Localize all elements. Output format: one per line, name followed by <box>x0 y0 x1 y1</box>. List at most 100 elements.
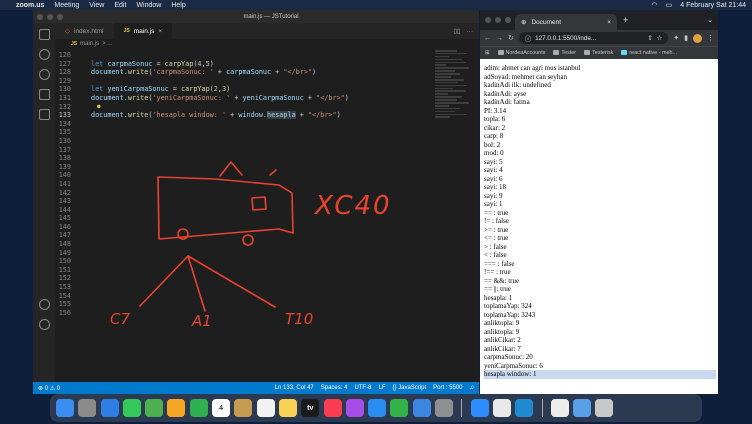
dock-messages-icon[interactable] <box>122 399 141 417</box>
run-debug-icon[interactable] <box>38 89 50 100</box>
dock-settings-icon[interactable] <box>435 399 454 417</box>
close-tab-icon[interactable]: × <box>158 28 162 35</box>
dock-music-icon[interactable] <box>323 399 342 417</box>
encoding-status[interactable]: UTF-8 <box>354 385 371 391</box>
dock-tv-icon[interactable]: tv <box>301 399 320 417</box>
menu-help[interactable]: Help <box>171 2 185 9</box>
dock-trash-icon[interactable] <box>595 399 614 417</box>
bookmark-item[interactable]: react native - meh... <box>621 50 677 56</box>
code-line[interactable]: 127 let carpmaSonuc = carpYap(4,5) <box>55 60 479 69</box>
account-icon[interactable] <box>38 299 50 310</box>
code-line[interactable]: 144 <box>55 206 479 215</box>
dock-numbers-icon[interactable] <box>390 399 409 417</box>
breadcrumb-symbol[interactable]: > ... <box>102 41 112 47</box>
dock-finder-icon[interactable] <box>56 399 74 417</box>
menu-meeting[interactable]: Meeting <box>54 2 79 9</box>
menu-edit[interactable]: Edit <box>114 2 126 9</box>
share-icon[interactable]: ⇧ <box>647 35 652 42</box>
address-bar[interactable]: ⓘ 127.0.0.1:5500/inde... ⇧ ☆ <box>518 32 669 44</box>
code-line[interactable]: 152 <box>55 274 479 283</box>
notifications-icon[interactable]: ♫ <box>470 385 475 391</box>
settings-gear-icon[interactable] <box>38 319 50 330</box>
battery-icon[interactable]: ▭ <box>666 1 673 9</box>
apps-grid-icon[interactable]: ⊞ <box>485 50 490 56</box>
tab-index-html[interactable]: ◇ index.html <box>55 23 114 39</box>
problems-status[interactable]: ⊗ 0 ⚠ 0 <box>38 385 60 392</box>
code-line[interactable]: 148 <box>55 240 479 249</box>
code-line[interactable]: 151 <box>55 266 479 275</box>
dock-reminders-icon[interactable] <box>256 399 275 417</box>
dock-preview-icon[interactable] <box>550 399 569 417</box>
more-actions-icon[interactable]: ··· <box>467 28 474 35</box>
dock-zoom-icon[interactable] <box>470 399 489 417</box>
extensions-puzzle-icon[interactable]: ✦ <box>673 34 679 42</box>
code-line[interactable]: 135 <box>55 128 479 137</box>
tab-search-icon[interactable]: ⌄ <box>707 16 713 24</box>
minimap[interactable] <box>435 50 471 160</box>
profile-avatar[interactable] <box>693 33 702 43</box>
browser-close-button[interactable] <box>485 17 491 23</box>
dock-vscode-icon[interactable] <box>515 399 534 417</box>
code-line[interactable]: 139 <box>55 163 479 172</box>
indentation-status[interactable]: Spaces: 4 <box>321 385 348 391</box>
menu-kebab-icon[interactable]: ⋮ <box>707 34 714 42</box>
info-icon[interactable]: ⓘ <box>525 34 531 43</box>
back-icon[interactable]: ← <box>484 35 491 42</box>
code-line[interactable]: 126 <box>55 51 479 60</box>
code-line[interactable]: 134 <box>55 120 479 129</box>
source-control-icon[interactable] <box>38 69 50 80</box>
eol-status[interactable]: LF <box>378 385 385 391</box>
code-line[interactable]: 137 <box>55 146 479 155</box>
menu-view[interactable]: View <box>89 2 104 9</box>
code-line[interactable]: 141 <box>55 180 479 189</box>
reload-icon[interactable]: ↻ <box>508 34 514 42</box>
bookmark-item[interactable]: NordeaAccounts <box>497 50 545 56</box>
cursor-position[interactable]: Ln 133, Col 47 <box>275 385 314 391</box>
wifi-icon[interactable]: ◠ <box>652 1 658 9</box>
close-window-button[interactable] <box>37 13 43 20</box>
breadcrumb-file[interactable]: main.js <box>80 41 99 47</box>
browser-minimize-button[interactable] <box>495 17 501 23</box>
code-line[interactable]: 140 <box>55 171 479 180</box>
dock-safari-icon[interactable] <box>100 399 119 417</box>
code-line[interactable]: 133 document.write('hesapla window: ' + w… <box>55 111 479 120</box>
extensions-icon[interactable] <box>38 109 50 120</box>
sidebar-icon[interactable]: ▮ <box>684 34 688 42</box>
bookmark-star-icon[interactable]: ☆ <box>657 35 663 42</box>
live-server-port[interactable]: Port : 5500 <box>433 385 462 391</box>
code-line[interactable]: 128 document.write('carpmaSonuc: ' + carp… <box>55 68 479 77</box>
code-line[interactable]: 146 <box>55 223 479 232</box>
code-line[interactable]: 154 <box>55 292 479 301</box>
code-line[interactable]: 136 <box>55 137 479 146</box>
dock-calendar-icon[interactable]: 4 <box>212 399 231 417</box>
dock-notes-brown-icon[interactable] <box>234 399 253 417</box>
minimize-window-button[interactable] <box>47 13 53 20</box>
zoom-window-button[interactable] <box>57 13 63 20</box>
code-line[interactable]: 155 <box>55 300 479 309</box>
dock-appstore-alt-icon[interactable] <box>368 399 387 417</box>
browser-tab-document[interactable]: ⊕ Document × <box>515 14 617 30</box>
menubar-clock[interactable]: 4 February Sat 21:44 <box>680 2 746 9</box>
bookmark-item[interactable]: Tester <box>553 50 576 56</box>
dock-maps-icon[interactable] <box>145 399 164 417</box>
explorer-icon[interactable] <box>38 29 50 40</box>
code-line[interactable]: 130 let yeniCarpmaSonuc = carpYap(2,3) <box>55 85 479 94</box>
code-line[interactable]: 149 <box>55 249 479 258</box>
new-tab-button[interactable]: + <box>623 15 628 25</box>
search-icon[interactable] <box>38 49 50 60</box>
forward-icon[interactable]: → <box>496 35 503 42</box>
dock-keynote-icon[interactable] <box>412 399 431 417</box>
code-line[interactable]: 129 <box>55 77 479 86</box>
dock-launchpad-icon[interactable] <box>78 399 97 417</box>
language-mode[interactable]: {} JavaScript <box>392 385 426 391</box>
dock-chrome-icon[interactable] <box>492 399 511 417</box>
code-line[interactable]: 131 document.write('yeniCarpmaSonuc: ' + … <box>55 94 479 103</box>
code-line[interactable]: 145 <box>55 214 479 223</box>
close-tab-icon[interactable]: × <box>607 19 611 26</box>
menu-app-name[interactable]: zoom.us <box>16 2 44 9</box>
code-editor[interactable]: 126 127 let carpmaSonuc = carpYap(4,5) 128 d… <box>55 51 479 382</box>
code-line[interactable]: 138 <box>55 154 479 163</box>
dock-podcasts-icon[interactable] <box>345 399 364 417</box>
dock-facetime-icon[interactable] <box>189 399 208 417</box>
dock-notes-icon[interactable] <box>278 399 297 417</box>
